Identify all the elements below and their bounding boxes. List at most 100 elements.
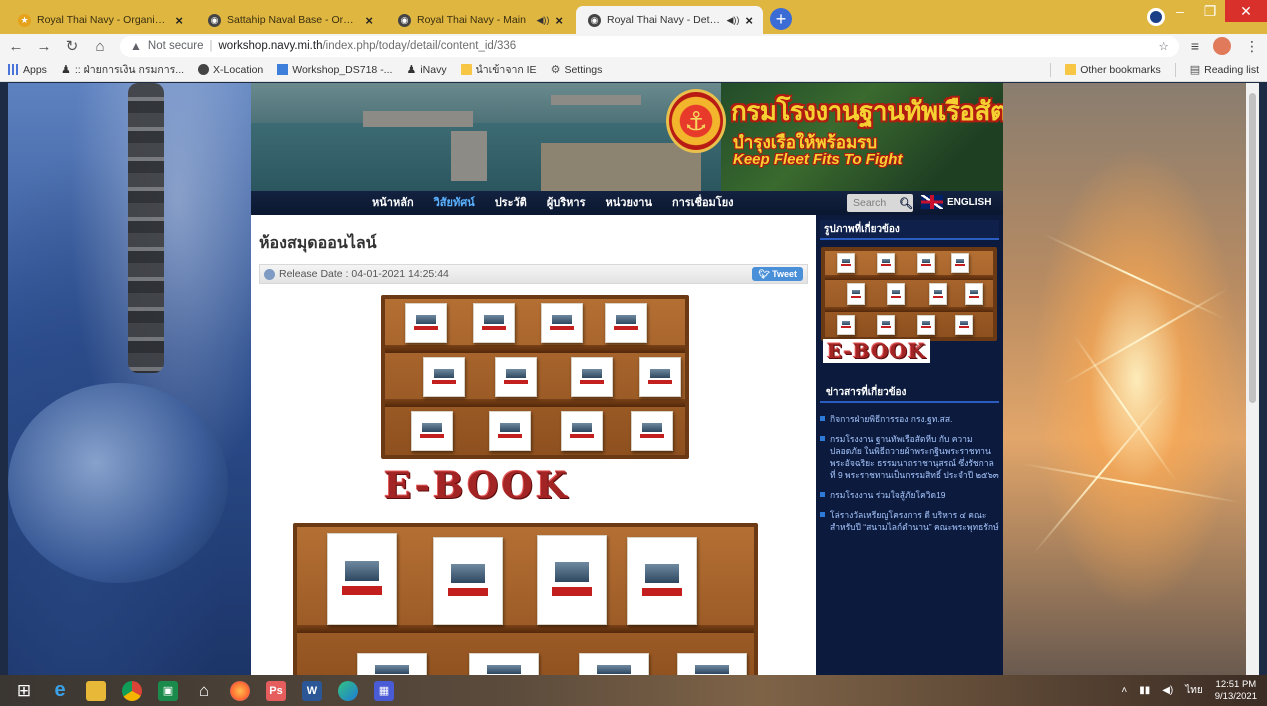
shelf-plank: [297, 625, 754, 633]
calculator-icon[interactable]: ▦: [366, 675, 402, 706]
scrollbar-thumb[interactable]: [1249, 93, 1256, 403]
volume-icon[interactable]: ◀): [1162, 685, 1173, 696]
nav-history[interactable]: ประวัติ: [486, 191, 536, 215]
language-switch[interactable]: ENGLISH: [921, 195, 991, 209]
ebook-cover[interactable]: [423, 357, 465, 397]
bookmark-star-icon[interactable]: ☆: [1159, 39, 1169, 53]
ebook-cover[interactable]: [327, 533, 397, 625]
tab-sattahip[interactable]: ◉ Sattahip Naval Base - Organizati ×: [196, 6, 383, 34]
ebook-cover[interactable]: [489, 411, 531, 451]
ebook-shelf-large-image[interactable]: [293, 523, 758, 675]
file-explorer-icon[interactable]: [78, 675, 114, 706]
ebook-cover[interactable]: [627, 537, 697, 625]
ebook-cover[interactable]: [537, 535, 607, 625]
ebook-cover[interactable]: [473, 303, 515, 343]
bookmark-other[interactable]: Other bookmarks: [1065, 64, 1161, 76]
news-link[interactable]: กิจการฝ่ายพิธีการรอง กรง.ฐท.สส.: [830, 413, 952, 425]
nav-executives[interactable]: ผู้บริหาร: [538, 191, 595, 215]
photoshop-icon[interactable]: Ps: [258, 675, 294, 706]
ebook-shelf-image[interactable]: [381, 295, 689, 459]
input-language[interactable]: ไทย: [1185, 683, 1202, 698]
new-tab-button[interactable]: +: [770, 8, 792, 30]
bookmark-reading-list[interactable]: ▤ Reading list: [1190, 63, 1259, 77]
not-secure-label[interactable]: Not secure: [148, 40, 204, 52]
close-window-button[interactable]: ✕: [1225, 0, 1267, 22]
ebook-cover[interactable]: [571, 357, 613, 397]
bookmark-workshop[interactable]: Workshop_DS718 -...: [277, 64, 392, 76]
back-arrow-icon[interactable]: ←: [8, 38, 24, 55]
nav-vision[interactable]: วิสัยทัศน์: [425, 191, 484, 215]
tab-organization[interactable]: ★ Royal Thai Navy - Organization ×: [6, 6, 193, 34]
ebook-cover[interactable]: [405, 303, 447, 343]
playlist-icon[interactable]: ≡: [1191, 38, 1199, 54]
network-icon[interactable]: ▮▮: [1139, 685, 1150, 696]
bookmark-settings[interactable]: ⚙ Settings: [551, 63, 603, 77]
ebook-cover[interactable]: [631, 411, 673, 451]
maximize-button[interactable]: ❐: [1195, 0, 1225, 22]
chrome-icon[interactable]: [114, 675, 150, 706]
naval-dockyard-emblem: ⚓: [666, 89, 726, 153]
warning-triangle-icon[interactable]: ▲: [130, 39, 142, 53]
ebook-cover[interactable]: [495, 357, 537, 397]
address-bar[interactable]: ▲ Not secure | workshop.navy.mi.th/index…: [120, 35, 1179, 57]
news-link[interactable]: กรมโรงงาน ร่วมใจสู้ภัยโควิด19: [830, 489, 946, 501]
bookmark-apps[interactable]: Apps: [8, 64, 47, 76]
word-icon[interactable]: W: [294, 675, 330, 706]
taskbar-clock[interactable]: 12:51 PM 9/13/2021: [1215, 679, 1257, 703]
ebook-cover: [917, 253, 935, 273]
news-item[interactable]: กิจการฝ่ายพิธีการรอง กรง.ฐท.สส.: [820, 413, 999, 425]
kebab-menu-icon[interactable]: ⋮: [1245, 38, 1259, 55]
nav-home[interactable]: หน้าหลัก: [363, 191, 423, 215]
tab-close-icon[interactable]: ×: [745, 13, 753, 28]
edge-icon[interactable]: e: [42, 675, 78, 706]
related-gallery-image[interactable]: E-BOOK: [821, 247, 997, 363]
home-icon[interactable]: ⌂: [92, 38, 108, 55]
ebook-cover[interactable]: [639, 357, 681, 397]
tab-main[interactable]: ◉ Royal Thai Navy - Main ◀)) ×: [386, 6, 573, 34]
terminal-icon[interactable]: ▣: [150, 675, 186, 706]
bookmark-label: Apps: [23, 63, 47, 76]
ebook-cover[interactable]: [541, 303, 583, 343]
search-icon[interactable]: 🔍︎: [897, 194, 915, 212]
shelf-plank: [825, 307, 993, 312]
profile-avatar-icon[interactable]: [1147, 8, 1165, 26]
windows-start-icon[interactable]: ⊞: [6, 675, 42, 706]
news-item[interactable]: กรมโรงงาน ฐานทัพเรือสัตหีบ กับ ความปลอดภ…: [820, 433, 999, 481]
tab-close-icon[interactable]: ×: [365, 13, 373, 28]
tweet-label: Tweet: [772, 269, 797, 279]
tweet-button[interactable]: 🐦︎ Tweet: [752, 267, 803, 281]
background-left-image: [8, 83, 251, 675]
ebook-cover[interactable]: [677, 653, 747, 675]
firefox-icon[interactable]: [222, 675, 258, 706]
nav-units[interactable]: หน่วยงาน: [597, 191, 661, 215]
tab-close-icon[interactable]: ×: [175, 13, 183, 28]
news-link[interactable]: โล่รางวัลเหรียญโครงการ ดี บริหาร ๔ คณะ ส…: [830, 509, 999, 533]
ebook-cover[interactable]: [561, 411, 603, 451]
page-scrollbar[interactable]: [1246, 83, 1259, 675]
reload-icon[interactable]: ↻: [64, 37, 80, 55]
bookmark-inavy[interactable]: ♟ iNavy: [406, 63, 446, 77]
ebook-cover[interactable]: [357, 653, 427, 675]
minimize-button[interactable]: –: [1165, 0, 1195, 22]
ebook-cover[interactable]: [433, 537, 503, 625]
news-item[interactable]: กรมโรงงาน ร่วมใจสู้ภัยโควิด19: [820, 489, 999, 501]
bookmark-x-location[interactable]: X-Location: [198, 64, 263, 76]
ebook-cover[interactable]: [605, 303, 647, 343]
tab-close-icon[interactable]: ×: [555, 13, 563, 28]
edge-new-icon[interactable]: [330, 675, 366, 706]
speaker-mute-icon[interactable]: ◀)): [536, 15, 549, 26]
ebook-cover[interactable]: [579, 653, 649, 675]
nav-links[interactable]: การเชื่อมโยง: [663, 191, 743, 215]
ebook-cover[interactable]: [469, 653, 539, 675]
bookmark-finance[interactable]: ♟:: ฝ่ายการเงิน กรมการ...: [61, 61, 184, 78]
forward-arrow-icon[interactable]: →: [36, 38, 52, 55]
chevron-up-icon[interactable]: ˄: [1121, 685, 1127, 696]
news-link[interactable]: กรมโรงงาน ฐานทัพเรือสัตหีบ กับ ความปลอดภ…: [830, 433, 999, 481]
bookmark-import-ie[interactable]: นำเข้าจาก IE: [460, 61, 537, 78]
ebook-cover[interactable]: [411, 411, 453, 451]
news-item[interactable]: โล่รางวัลเหรียญโครงการ ดี บริหาร ๔ คณะ ส…: [820, 509, 999, 533]
speaker-mute-icon[interactable]: ◀)): [726, 15, 739, 26]
tab-detail[interactable]: ◉ Royal Thai Navy - Detail Too ◀)) ×: [576, 6, 763, 34]
extension-avatar-icon[interactable]: [1213, 37, 1231, 55]
home-icon[interactable]: ⌂: [186, 675, 222, 706]
